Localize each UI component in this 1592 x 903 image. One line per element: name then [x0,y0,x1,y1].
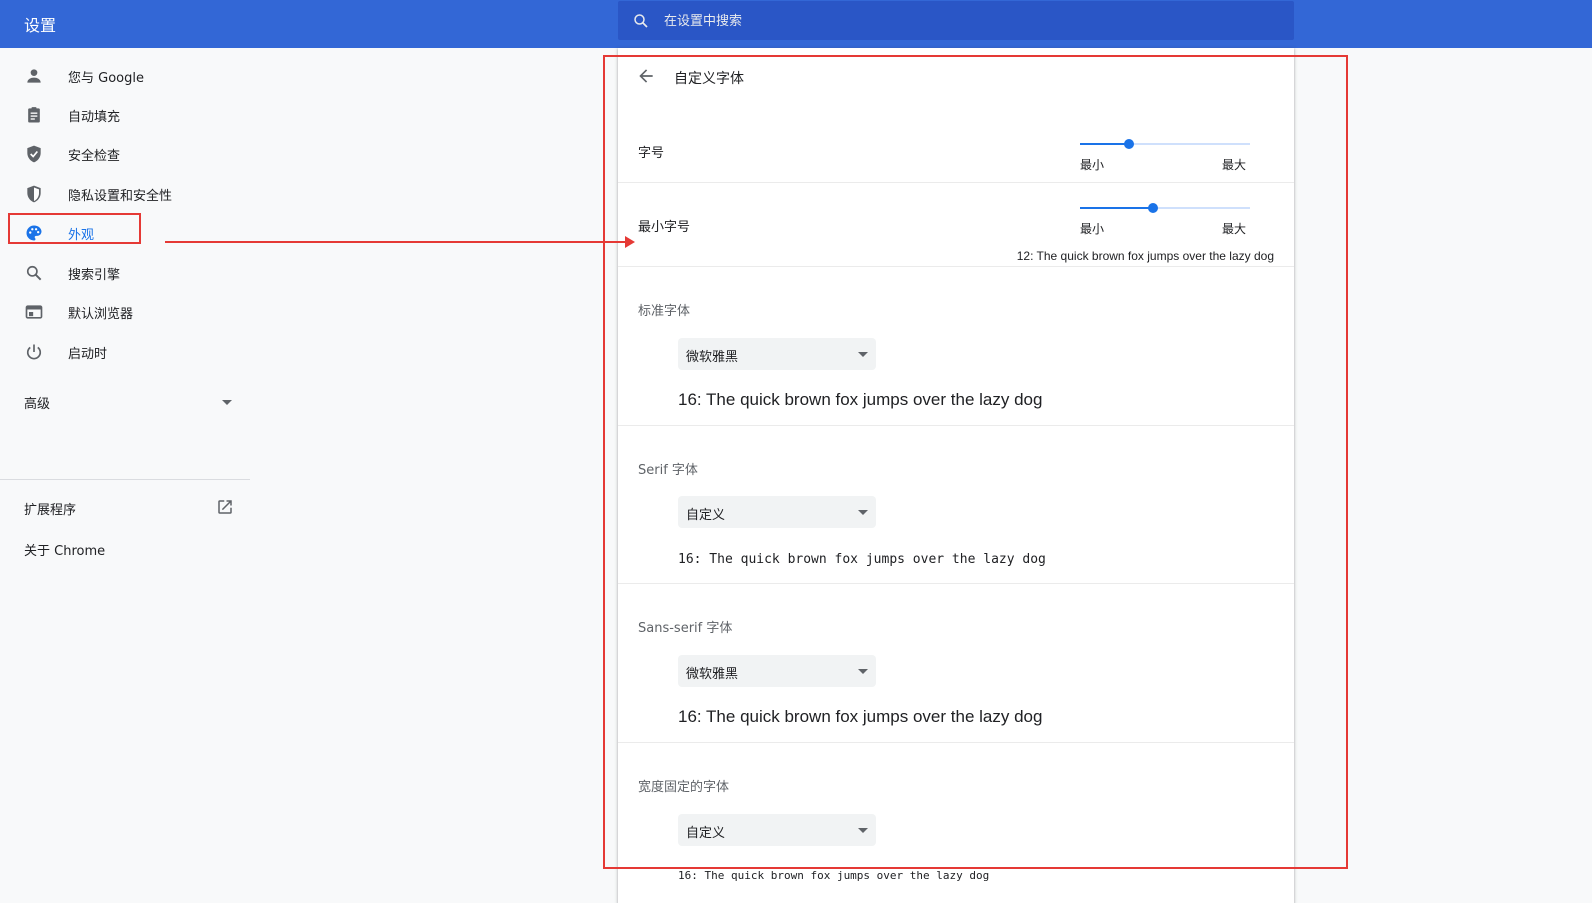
sidebar-item-label: 隐私设置和安全性 [68,189,173,204]
search-input[interactable] [662,1,1266,42]
shield-icon [27,185,41,203]
sidebar: 您与 Google 自动填充 安全检查 隐私设置和安全性 外观 搜索引擎 默认浏… [0,48,250,903]
sidebar-item-safety-check[interactable]: 安全检查 [0,133,250,173]
sidebar-item-autofill[interactable]: 自动填充 [0,94,250,134]
extensions-link[interactable]: 扩展程序 [24,496,234,520]
person-icon [27,69,41,83]
sidebar-item-label: 安全检查 [68,149,121,164]
caret-down-icon [222,400,232,405]
highlight-box-appearance [8,213,141,244]
sidebar-item-default-browser[interactable]: 默认浏览器 [0,291,250,331]
sidebar-item-search-engine[interactable]: 搜索引擎 [0,252,250,292]
annotation-arrow-head [625,236,635,248]
advanced-label: 高级 [24,397,51,412]
advanced-toggle[interactable]: 高级 [24,393,232,413]
search-icon [634,14,648,28]
search-icon [26,265,42,281]
sidebar-divider [0,479,250,480]
fixed-width-font-preview: 16: The quick brown fox jumps over the l… [678,869,990,882]
sidebar-item-label: 启动时 [68,347,108,362]
open-in-new-icon [218,500,232,514]
browser-icon [25,305,43,319]
clipboard-icon [28,107,40,123]
about-chrome-link[interactable]: 关于 Chrome [24,540,105,559]
sidebar-item-privacy[interactable]: 隐私设置和安全性 [0,173,250,213]
sidebar-item-on-startup[interactable]: 启动时 [0,331,250,371]
top-bar: 设置 [0,0,1592,48]
extensions-label: 扩展程序 [24,503,77,518]
shield-check-icon [27,145,41,163]
annotation-arrow-line [165,241,625,243]
sidebar-item-label: 自动填充 [68,110,121,125]
sidebar-item-you-and-google[interactable]: 您与 Google [0,55,250,95]
app-title: 设置 [24,16,57,35]
power-icon [26,344,42,360]
highlight-box-content [603,55,1348,869]
search-box[interactable] [618,1,1294,42]
sidebar-item-label: 您与 Google [68,71,144,86]
sidebar-item-label: 默认浏览器 [68,307,134,322]
sidebar-item-label: 搜索引擎 [68,268,121,283]
